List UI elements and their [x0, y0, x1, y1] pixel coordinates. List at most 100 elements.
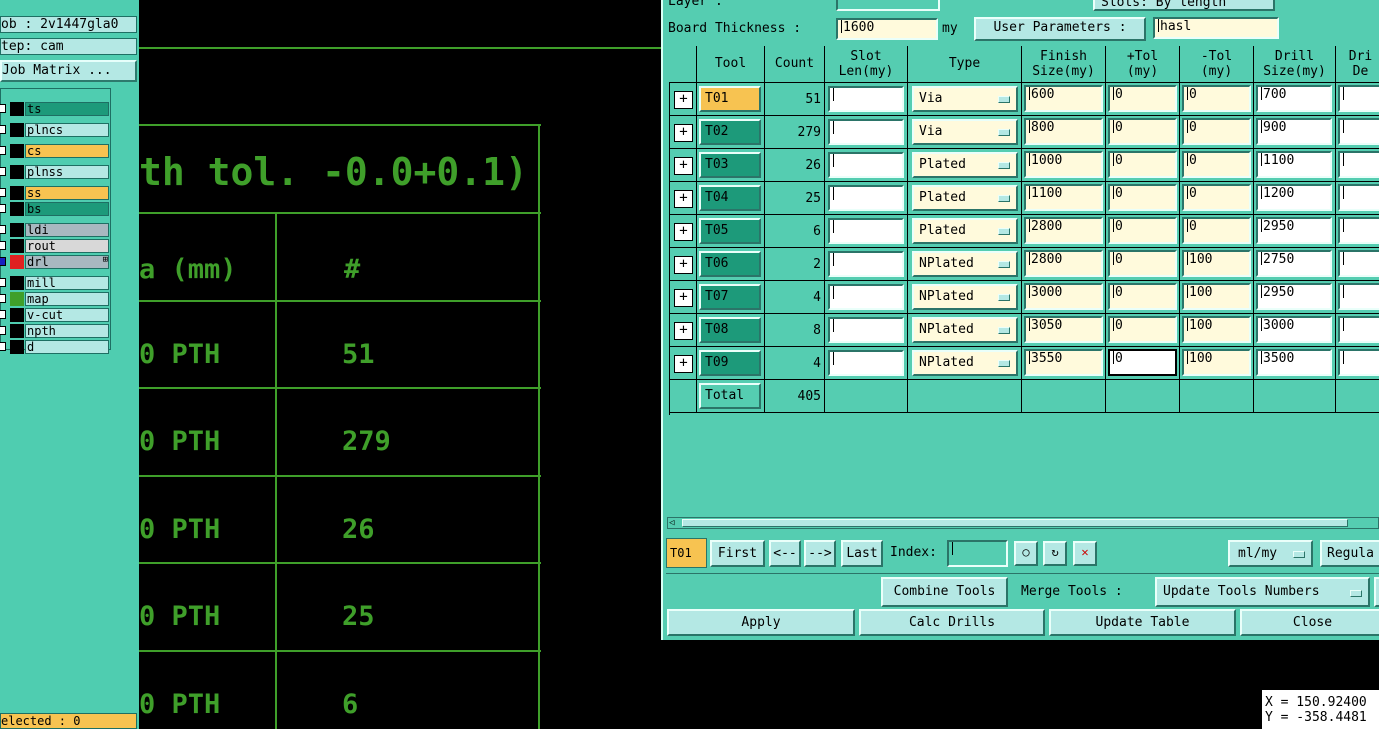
- slot-len-field[interactable]: [828, 251, 904, 277]
- layer-checkbox[interactable]: [0, 125, 6, 134]
- slot-len-field[interactable]: [828, 86, 904, 112]
- ptol-field[interactable]: 0: [1108, 316, 1177, 343]
- expand-icon[interactable]: +: [669, 116, 697, 149]
- ptol-field[interactable]: 0: [1108, 250, 1177, 277]
- expand-icon[interactable]: +: [669, 347, 697, 380]
- mtol-field[interactable]: 100: [1182, 349, 1251, 376]
- mtol-field[interactable]: 0: [1182, 118, 1251, 145]
- layer-row-rout[interactable]: rout: [0, 238, 111, 254]
- expand-icon[interactable]: +: [669, 281, 697, 314]
- type-option[interactable]: Plated: [912, 152, 1018, 178]
- user-parameters-button[interactable]: User Parameters :: [974, 17, 1146, 41]
- finish-field[interactable]: 1000: [1024, 151, 1103, 178]
- layer-checkbox[interactable]: [0, 204, 6, 213]
- type-option[interactable]: Plated: [912, 218, 1018, 244]
- slot-len-field[interactable]: [828, 317, 904, 343]
- drill-des-field[interactable]: [1338, 250, 1379, 277]
- finish-field[interactable]: 800: [1024, 118, 1103, 145]
- calc-drills-button[interactable]: Calc Drills: [859, 609, 1045, 636]
- drill-des-field[interactable]: [1338, 151, 1379, 178]
- finish-field[interactable]: 3050: [1024, 316, 1103, 343]
- expand-icon[interactable]: +: [674, 190, 693, 208]
- layer-name[interactable]: plnss: [25, 165, 109, 179]
- layer-row-map[interactable]: map: [0, 291, 111, 307]
- cancel-icon[interactable]: ✕: [1073, 541, 1097, 566]
- horizontal-scrollbar[interactable]: ◁: [667, 517, 1379, 529]
- close-button[interactable]: Close: [1240, 609, 1379, 636]
- layer-checkbox[interactable]: [0, 326, 6, 335]
- tool-button[interactable]: T01: [699, 86, 761, 112]
- type-option[interactable]: Plated: [912, 185, 1018, 211]
- layer-name[interactable]: rout: [25, 239, 109, 253]
- mtol-field[interactable]: 0: [1182, 85, 1251, 112]
- finish-field[interactable]: 2800: [1024, 217, 1103, 244]
- layer-row-d[interactable]: d: [0, 339, 111, 355]
- finish-field[interactable]: 3000: [1024, 283, 1103, 310]
- layer-checkbox[interactable]: [0, 225, 6, 234]
- first-button[interactable]: First: [710, 540, 765, 567]
- ptol-field[interactable]: 0: [1108, 184, 1177, 211]
- layer-name[interactable]: d: [25, 340, 109, 354]
- apply-button[interactable]: Apply: [667, 609, 855, 636]
- layer-name[interactable]: npth: [25, 324, 109, 338]
- layer-checkbox[interactable]: [0, 188, 6, 197]
- expand-icon[interactable]: +: [674, 256, 693, 274]
- drill-size-field[interactable]: 900: [1256, 118, 1332, 145]
- drill-des-field[interactable]: [1338, 283, 1379, 310]
- layer-name[interactable]: drl: [25, 255, 109, 269]
- index-field[interactable]: [947, 540, 1008, 567]
- slot-len-field[interactable]: [828, 152, 904, 178]
- layer-row-drl[interactable]: drl ⊞: [0, 254, 111, 270]
- combine-tools-button[interactable]: Combine Tools: [881, 577, 1008, 607]
- layer-name[interactable]: map: [25, 292, 109, 306]
- drill-size-field[interactable]: 700: [1256, 85, 1332, 112]
- finish-field[interactable]: 1100: [1024, 184, 1103, 211]
- layer-name[interactable]: v-cut: [25, 308, 109, 322]
- layer-name[interactable]: ts: [25, 102, 109, 116]
- job-matrix-button[interactable]: Job Matrix ...: [0, 60, 137, 82]
- ptol-field[interactable]: 0: [1108, 118, 1177, 145]
- layer-row-plncs[interactable]: plncs: [0, 122, 111, 138]
- layer-checkbox[interactable]: [0, 342, 6, 351]
- drill-size-field[interactable]: 2950: [1256, 217, 1332, 244]
- drill-des-field[interactable]: [1338, 217, 1379, 244]
- type-option[interactable]: Via: [912, 86, 1018, 112]
- expand-icon[interactable]: +: [669, 248, 697, 281]
- mtol-field[interactable]: 100: [1182, 283, 1251, 310]
- update-tools-numbers-option[interactable]: Update Tools Numbers: [1155, 577, 1370, 607]
- board-thickness-field[interactable]: 1600: [836, 18, 938, 40]
- scrollbar-thumb[interactable]: [682, 519, 1348, 527]
- layer-name[interactable]: plncs: [25, 123, 109, 137]
- layer-checkbox[interactable]: [0, 146, 6, 155]
- drill-des-field[interactable]: [1338, 184, 1379, 211]
- layer-row-mill[interactable]: mill: [0, 275, 111, 291]
- finish-field[interactable]: 600: [1024, 85, 1103, 112]
- expand-icon[interactable]: +: [674, 124, 693, 142]
- mtol-field[interactable]: 100: [1182, 250, 1251, 277]
- ptol-field[interactable]: 0: [1108, 349, 1177, 376]
- drill-des-field[interactable]: [1338, 85, 1379, 112]
- refresh-icon[interactable]: ↻: [1043, 541, 1067, 566]
- slot-len-field[interactable]: [828, 218, 904, 244]
- layer-name[interactable]: bs: [25, 202, 109, 216]
- layer-row-bs[interactable]: bs: [0, 201, 111, 217]
- layer-name[interactable]: ss: [25, 186, 109, 200]
- layer-row-cs[interactable]: cs: [0, 143, 111, 159]
- last-button[interactable]: Last: [841, 540, 883, 567]
- drill-size-field[interactable]: 3500: [1256, 349, 1332, 376]
- type-option[interactable]: Via: [912, 119, 1018, 145]
- slot-len-field[interactable]: [828, 185, 904, 211]
- expand-icon[interactable]: +: [674, 91, 693, 109]
- tool-button[interactable]: T09: [699, 350, 761, 376]
- expand-icon[interactable]: +: [669, 149, 697, 182]
- regular-option[interactable]: Regula: [1320, 540, 1379, 567]
- finish-field[interactable]: 3550: [1024, 349, 1103, 376]
- layer-checkbox[interactable]: [0, 278, 6, 287]
- extra-option[interactable]: [1374, 577, 1379, 607]
- layer-checkbox[interactable]: [0, 257, 6, 266]
- mtol-field[interactable]: 100: [1182, 316, 1251, 343]
- layer-row-ldi[interactable]: ldi: [0, 222, 111, 238]
- type-option[interactable]: NPlated: [912, 350, 1018, 376]
- drill-size-field[interactable]: 2950: [1256, 283, 1332, 310]
- layer-row-plnss[interactable]: plnss: [0, 164, 111, 180]
